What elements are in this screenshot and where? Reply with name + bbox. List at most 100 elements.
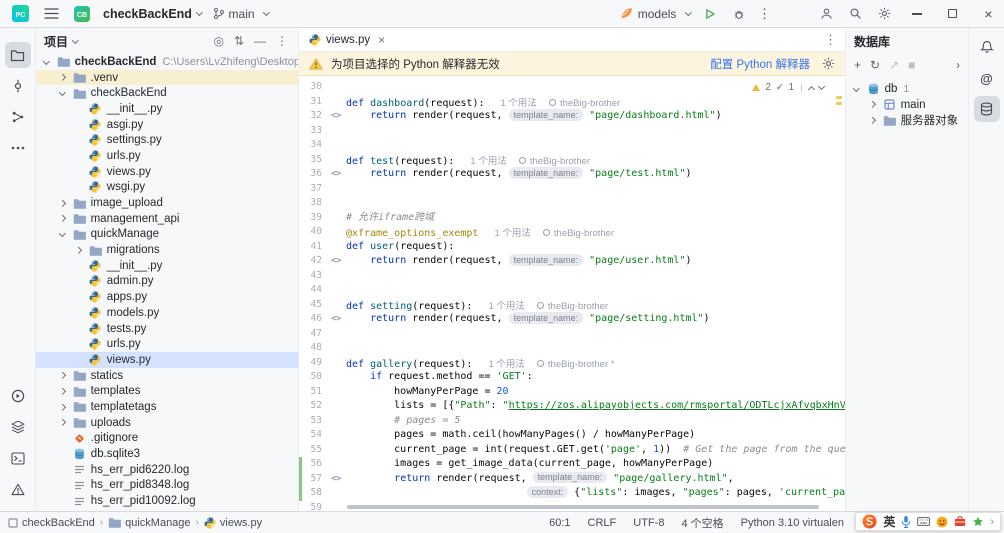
tree-chevron-icon[interactable] bbox=[59, 230, 65, 236]
stop-icon[interactable]: ■ bbox=[908, 58, 915, 72]
tree-item[interactable]: db.sqlite3 bbox=[36, 446, 298, 462]
breadcrumb-file[interactable]: views.py bbox=[204, 517, 262, 529]
tree-item[interactable]: models.py bbox=[36, 305, 298, 321]
settings-icon[interactable] bbox=[874, 4, 894, 24]
editor-options-icon[interactable]: ⋮ bbox=[824, 32, 837, 48]
gutter-template-icon[interactable] bbox=[331, 457, 346, 472]
tree-chevron-icon[interactable] bbox=[59, 89, 65, 95]
code-line[interactable]: 51 howManyPerPage = 20 bbox=[299, 385, 845, 400]
tree-item[interactable]: migrations bbox=[36, 242, 298, 258]
tree-chevron-icon[interactable] bbox=[869, 101, 875, 107]
gutter-template-icon[interactable] bbox=[331, 283, 346, 298]
quickmanage-package[interactable]: quickManage bbox=[36, 227, 298, 243]
gutter-template-icon[interactable] bbox=[331, 95, 346, 110]
gutter-template-icon[interactable] bbox=[331, 370, 346, 385]
venv-folder[interactable]: .venv bbox=[36, 70, 298, 86]
indent-style[interactable]: 4 个空格 bbox=[681, 515, 723, 531]
maximize-button[interactable] bbox=[939, 0, 966, 28]
code-line[interactable]: 56 images = get_image_data(current_page,… bbox=[299, 457, 845, 472]
locate-file-icon[interactable]: ◎ bbox=[213, 34, 223, 48]
gutter-template-icon[interactable] bbox=[331, 443, 346, 458]
project-root[interactable]: checkBackEndC:\Users\LvZhifeng\Desktop\q… bbox=[36, 54, 298, 70]
minimize-button[interactable] bbox=[903, 0, 930, 28]
panel-options-icon[interactable]: ⋮ bbox=[276, 34, 288, 48]
database-tool-icon[interactable] bbox=[974, 96, 1000, 122]
project-tool-icon[interactable] bbox=[5, 42, 31, 68]
file-encoding[interactable]: UTF-8 bbox=[633, 517, 664, 529]
user-account-icon[interactable] bbox=[816, 4, 836, 24]
gutter-template-icon[interactable] bbox=[331, 356, 346, 371]
tree-item[interactable]: asgi.py bbox=[36, 117, 298, 133]
tree-item[interactable]: uploads bbox=[36, 415, 298, 431]
refresh-icon[interactable]: ↻ bbox=[870, 58, 880, 72]
code-line[interactable]: 45def setting(request):1 个用法theBig-broth… bbox=[299, 298, 845, 313]
tree-item[interactable]: templates bbox=[36, 383, 298, 399]
selected-views-py[interactable]: views.py bbox=[36, 352, 298, 368]
tree-item[interactable]: __init__.py bbox=[36, 101, 298, 117]
next-problem-icon[interactable] bbox=[818, 83, 825, 90]
toolbox-icon[interactable] bbox=[954, 516, 966, 527]
gutter-template-icon[interactable] bbox=[331, 428, 346, 443]
tree-item[interactable]: image_upload bbox=[36, 195, 298, 211]
tree-chevron-icon[interactable] bbox=[59, 74, 65, 80]
tree-chevron-icon[interactable] bbox=[75, 247, 81, 253]
code-line[interactable]: 42<> return render(request, template_nam… bbox=[299, 254, 845, 269]
code-line[interactable]: 36<> return render(request, template_nam… bbox=[299, 167, 845, 182]
code-line[interactable]: 37 bbox=[299, 182, 845, 197]
skin-icon[interactable] bbox=[972, 516, 984, 528]
project-panel-title[interactable]: 项目 bbox=[44, 33, 68, 50]
gutter-template-icon[interactable] bbox=[331, 211, 346, 226]
line-separator[interactable]: CRLF bbox=[588, 517, 617, 529]
code-line[interactable]: 43 bbox=[299, 269, 845, 284]
gutter-template-icon[interactable]: <> bbox=[331, 254, 346, 269]
gutter-template-icon[interactable]: <> bbox=[331, 472, 346, 487]
change-marker[interactable] bbox=[299, 457, 302, 472]
breadcrumb-folder[interactable]: quickManage bbox=[108, 517, 190, 529]
code-line[interactable]: 32<> return render(request, template_nam… bbox=[299, 109, 845, 124]
gutter-template-icon[interactable] bbox=[331, 196, 346, 211]
code-line[interactable]: 34 bbox=[299, 138, 845, 153]
code-line[interactable]: 40@xframe_options_exempt1 个用法theBig-brot… bbox=[299, 225, 845, 240]
code-line[interactable]: 58 context: {"lists": images, "pages": p… bbox=[299, 486, 845, 501]
gutter-template-icon[interactable] bbox=[331, 385, 346, 400]
tree-chevron-icon[interactable] bbox=[59, 215, 65, 221]
code-line[interactable]: 35def test(request):1 个用法theBig-brother bbox=[299, 153, 845, 168]
search-icon[interactable] bbox=[845, 4, 865, 24]
tree-item[interactable]: management_api bbox=[36, 211, 298, 227]
server-objects-node[interactable]: 服务器对象 bbox=[846, 112, 968, 128]
python-interpreter[interactable]: Python 3.10 virtualen bbox=[741, 517, 844, 529]
code-line[interactable]: 50 if request.method == 'GET': bbox=[299, 370, 845, 385]
structure-tool-icon[interactable] bbox=[5, 104, 31, 130]
horizontal-scrollbar[interactable] bbox=[347, 505, 819, 509]
gutter-template-icon[interactable] bbox=[331, 153, 346, 168]
tree-chevron-icon[interactable] bbox=[59, 372, 65, 378]
change-marker[interactable] bbox=[299, 486, 302, 501]
tree-chevron-icon[interactable] bbox=[59, 200, 65, 206]
debug-button[interactable] bbox=[729, 4, 749, 24]
gutter-template-icon[interactable]: <> bbox=[331, 167, 346, 182]
gutter-template-icon[interactable] bbox=[331, 341, 346, 356]
run-button[interactable] bbox=[700, 4, 720, 24]
expand-collapse-icon[interactable]: ⇅ bbox=[234, 34, 244, 48]
gutter-template-icon[interactable] bbox=[331, 124, 346, 139]
error-stripe-mark[interactable] bbox=[836, 102, 842, 105]
ime-collapse-icon[interactable]: › bbox=[990, 516, 994, 528]
problems-icon[interactable] bbox=[5, 476, 31, 502]
run-config-widget[interactable]: models bbox=[620, 7, 691, 21]
tree-item[interactable]: templatetags bbox=[36, 399, 298, 415]
tree-item[interactable]: statics bbox=[36, 368, 298, 384]
sogou-logo[interactable] bbox=[862, 514, 877, 529]
code-editor[interactable]: 3031def dashboard(request):1 个用法theBig-b… bbox=[299, 78, 845, 511]
gutter-template-icon[interactable] bbox=[331, 501, 346, 512]
gutter-template-icon[interactable] bbox=[331, 225, 346, 240]
schema-main-node[interactable]: main bbox=[846, 97, 968, 113]
mic-icon[interactable] bbox=[901, 515, 911, 528]
error-stripe-mark[interactable] bbox=[836, 96, 842, 99]
code-line[interactable]: 33 bbox=[299, 124, 845, 139]
code-line[interactable]: 47 bbox=[299, 327, 845, 342]
code-line[interactable]: 31def dashboard(request):1 个用法theBig-bro… bbox=[299, 95, 845, 110]
new-datasource-icon[interactable]: + bbox=[854, 58, 861, 72]
python-console-icon[interactable] bbox=[5, 383, 31, 409]
code-line[interactable]: 44 bbox=[299, 283, 845, 298]
close-button[interactable]: × bbox=[975, 0, 1002, 28]
